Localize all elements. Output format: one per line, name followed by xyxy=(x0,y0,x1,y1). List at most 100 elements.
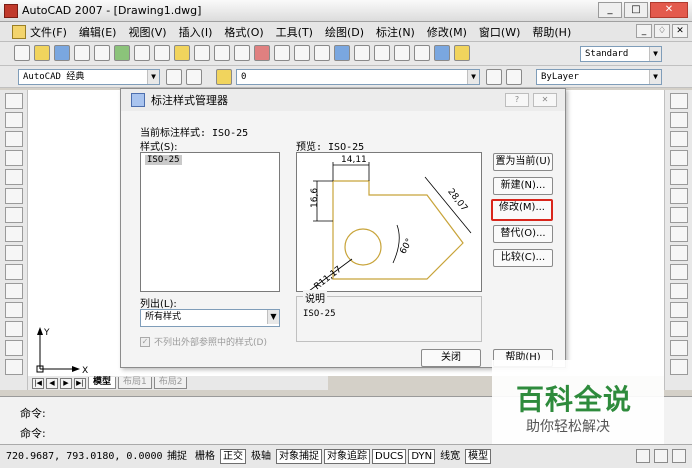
erase-icon[interactable] xyxy=(670,93,688,109)
communication-center-icon[interactable] xyxy=(636,449,650,463)
layer-dropdown[interactable]: 0 ▼ xyxy=(236,69,480,85)
otrack-toggle[interactable]: 对象追踪 xyxy=(324,449,370,464)
copy-icon[interactable] xyxy=(154,45,170,61)
clean-screen-icon[interactable] xyxy=(672,449,686,463)
rotate-icon[interactable] xyxy=(670,207,688,223)
styles-list[interactable]: ISO-25 xyxy=(140,152,280,292)
match-properties-icon[interactable] xyxy=(194,45,210,61)
save-workspace-icon[interactable] xyxy=(186,69,202,85)
last-tab-icon[interactable]: ▶| xyxy=(74,377,86,389)
line-icon[interactable] xyxy=(5,93,23,109)
prev-tab-icon[interactable]: ◀ xyxy=(46,377,58,389)
paste-icon[interactable] xyxy=(174,45,190,61)
pan-icon[interactable] xyxy=(254,45,270,61)
zoom-window-icon[interactable] xyxy=(294,45,310,61)
dialog-close-action-button[interactable]: 关闭 xyxy=(421,349,481,367)
list-filter-dropdown[interactable]: 所有样式 ▼ xyxy=(140,309,280,327)
override-button[interactable]: 替代(O)... xyxy=(493,225,553,243)
tab-layout1[interactable]: 布局1 xyxy=(118,377,152,389)
menu-draw[interactable]: 绘图(D) xyxy=(325,24,364,40)
ducs-toggle[interactable]: DUCS xyxy=(372,449,407,464)
chamfer-icon[interactable] xyxy=(670,340,688,356)
new-icon[interactable] xyxy=(14,45,30,61)
stretch-icon[interactable] xyxy=(670,245,688,261)
color-dropdown[interactable]: ByLayer ▼ xyxy=(536,69,662,85)
publish-icon[interactable] xyxy=(114,45,130,61)
print-icon[interactable] xyxy=(74,45,90,61)
print-preview-icon[interactable] xyxy=(94,45,110,61)
copy-object-icon[interactable] xyxy=(670,112,688,128)
polyline-icon[interactable] xyxy=(5,131,23,147)
zoom-previous-icon[interactable] xyxy=(314,45,330,61)
polar-toggle[interactable]: 极轴 xyxy=(248,449,274,464)
grid-toggle[interactable]: 栅格 xyxy=(192,449,218,464)
rectangle-icon[interactable] xyxy=(5,169,23,185)
ellipse-arc-icon[interactable] xyxy=(5,283,23,299)
move-icon[interactable] xyxy=(670,188,688,204)
menu-modify[interactable]: 修改(M) xyxy=(427,24,467,40)
array-icon[interactable] xyxy=(670,169,688,185)
osnap-toggle[interactable]: 对象捕捉 xyxy=(276,449,322,464)
join-icon[interactable] xyxy=(670,321,688,337)
ortho-toggle[interactable]: 正交 xyxy=(220,449,246,464)
snap-toggle[interactable]: 捕捉 xyxy=(164,449,190,464)
tab-layout2[interactable]: 布局2 xyxy=(153,377,188,389)
undo-icon[interactable] xyxy=(214,45,230,61)
break-icon[interactable] xyxy=(670,302,688,318)
compare-button[interactable]: 比较(C)... xyxy=(493,249,553,267)
layer-properties-icon[interactable] xyxy=(216,69,232,85)
list-item[interactable]: ISO-25 xyxy=(145,155,182,165)
doc-minimize-button[interactable]: _ xyxy=(636,24,652,38)
new-style-button[interactable]: 新建(N)... xyxy=(493,177,553,195)
dyn-toggle[interactable]: DYN xyxy=(408,449,436,464)
hatch-icon[interactable] xyxy=(5,359,23,375)
cut-icon[interactable] xyxy=(134,45,150,61)
help-icon[interactable] xyxy=(434,45,450,61)
insert-block-icon[interactable] xyxy=(5,302,23,318)
design-center-icon[interactable] xyxy=(354,45,370,61)
sheet-set-icon[interactable] xyxy=(394,45,410,61)
minimize-button[interactable]: _ xyxy=(598,2,622,18)
tab-model[interactable]: 模型 xyxy=(88,377,117,389)
extend-icon[interactable] xyxy=(670,283,688,299)
layer-previous-icon[interactable] xyxy=(506,69,522,85)
menu-file[interactable]: 文件(F) xyxy=(30,24,67,40)
make-block-icon[interactable] xyxy=(5,321,23,337)
menu-help[interactable]: 帮助(H) xyxy=(532,24,571,40)
lock-icon[interactable] xyxy=(654,449,668,463)
doc-close-button[interactable]: ✕ xyxy=(672,24,688,38)
zoom-realtime-icon[interactable] xyxy=(274,45,290,61)
menu-tools[interactable]: 工具(T) xyxy=(276,24,313,40)
open-icon[interactable] xyxy=(34,45,50,61)
fillet-icon[interactable] xyxy=(670,359,688,375)
close-button[interactable]: ✕ xyxy=(650,2,688,18)
revision-cloud-icon[interactable] xyxy=(5,226,23,242)
text-style-dropdown[interactable]: Standard ▼ xyxy=(580,46,662,62)
menu-window[interactable]: 窗口(W) xyxy=(479,24,520,40)
circle-icon[interactable] xyxy=(5,207,23,223)
lineweight-toggle[interactable]: 线宽 xyxy=(437,449,463,464)
mirror-icon[interactable] xyxy=(670,131,688,147)
doc-restore-button[interactable]: ♢ xyxy=(654,24,670,38)
menu-insert[interactable]: 插入(I) xyxy=(179,24,213,40)
polygon-icon[interactable] xyxy=(5,150,23,166)
workspace-dropdown[interactable]: AutoCAD 经典 ▼ xyxy=(18,69,160,85)
spline-icon[interactable] xyxy=(5,245,23,261)
calculator-icon[interactable] xyxy=(414,45,430,61)
model-toggle[interactable]: 模型 xyxy=(465,449,492,464)
ellipse-icon[interactable] xyxy=(5,264,23,280)
tool-palettes-icon[interactable] xyxy=(374,45,390,61)
offset-icon[interactable] xyxy=(670,150,688,166)
command-prompt[interactable]: 命令: xyxy=(20,425,46,441)
modify-style-button[interactable]: 修改(M)... xyxy=(491,199,553,221)
trim-icon[interactable] xyxy=(670,264,688,280)
set-current-button[interactable]: 置为当前(U) xyxy=(493,153,553,171)
save-icon[interactable] xyxy=(54,45,70,61)
menu-dimension[interactable]: 标注(N) xyxy=(376,24,415,40)
properties-icon[interactable] xyxy=(334,45,350,61)
make-layer-current-icon[interactable] xyxy=(486,69,502,85)
point-icon[interactable] xyxy=(5,340,23,356)
next-tab-icon[interactable]: ▶ xyxy=(60,377,72,389)
menu-view[interactable]: 视图(V) xyxy=(128,24,166,40)
maximize-button[interactable]: □ xyxy=(624,2,648,18)
